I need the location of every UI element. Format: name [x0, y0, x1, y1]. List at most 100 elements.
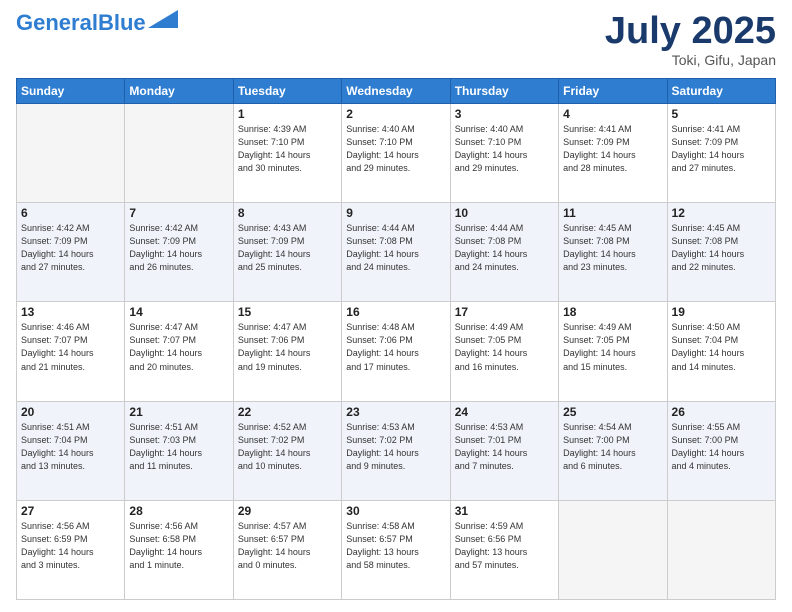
- day-number: 13: [21, 305, 120, 319]
- col-sunday: Sunday: [17, 79, 125, 104]
- table-row: 19 Sunrise: 4:50 AMSunset: 7:04 PMDayligh…: [667, 302, 775, 401]
- table-row: 16 Sunrise: 4:48 AMSunset: 7:06 PMDayligh…: [342, 302, 450, 401]
- day-number: 9: [346, 206, 445, 220]
- table-row: 18 Sunrise: 4:49 AMSunset: 7:05 PMDayligh…: [559, 302, 667, 401]
- day-info: Sunrise: 4:49 AMSunset: 7:05 PMDaylight:…: [563, 321, 662, 373]
- day-number: 21: [129, 405, 228, 419]
- day-info: Sunrise: 4:41 AMSunset: 7:09 PMDaylight:…: [672, 123, 771, 175]
- day-info: Sunrise: 4:51 AMSunset: 7:03 PMDaylight:…: [129, 421, 228, 473]
- calendar-week-row: 13 Sunrise: 4:46 AMSunset: 7:07 PMDayligh…: [17, 302, 776, 401]
- day-info: Sunrise: 4:42 AMSunset: 7:09 PMDaylight:…: [129, 222, 228, 274]
- day-number: 1: [238, 107, 337, 121]
- day-info: Sunrise: 4:50 AMSunset: 7:04 PMDaylight:…: [672, 321, 771, 373]
- table-row: 22Sunrise: 4:52 AMSunset: 7:02 PMDayligh…: [233, 401, 341, 500]
- calendar-table: Sunday Monday Tuesday Wednesday Thursday…: [16, 78, 776, 600]
- day-info: Sunrise: 4:54 AMSunset: 7:00 PMDaylight:…: [563, 421, 662, 473]
- calendar-week-row: 6 Sunrise: 4:42 AMSunset: 7:09 PMDaylight…: [17, 203, 776, 302]
- table-row: 12Sunrise: 4:45 AMSunset: 7:08 PMDayligh…: [667, 203, 775, 302]
- table-row: 13 Sunrise: 4:46 AMSunset: 7:07 PMDayligh…: [17, 302, 125, 401]
- day-number: 8: [238, 206, 337, 220]
- day-number: 5: [672, 107, 771, 121]
- col-saturday: Saturday: [667, 79, 775, 104]
- calendar-week-row: 27Sunrise: 4:56 AMSunset: 6:59 PMDayligh…: [17, 500, 776, 599]
- logo: GeneralBlue: [16, 12, 178, 34]
- day-info: Sunrise: 4:51 AMSunset: 7:04 PMDaylight:…: [21, 421, 120, 473]
- day-info: Sunrise: 4:44 AMSunset: 7:08 PMDaylight:…: [346, 222, 445, 274]
- col-thursday: Thursday: [450, 79, 558, 104]
- table-row: 4 Sunrise: 4:41 AMSunset: 7:09 PMDaylight…: [559, 104, 667, 203]
- day-number: 3: [455, 107, 554, 121]
- table-row: 30Sunrise: 4:58 AMSunset: 6:57 PMDayligh…: [342, 500, 450, 599]
- table-row: [667, 500, 775, 599]
- day-info: Sunrise: 4:40 AMSunset: 7:10 PMDaylight:…: [346, 123, 445, 175]
- day-info: Sunrise: 4:52 AMSunset: 7:02 PMDaylight:…: [238, 421, 337, 473]
- day-info: Sunrise: 4:47 AMSunset: 7:07 PMDaylight:…: [129, 321, 228, 373]
- col-friday: Friday: [559, 79, 667, 104]
- table-row: 3 Sunrise: 4:40 AMSunset: 7:10 PMDaylight…: [450, 104, 558, 203]
- table-row: 24 Sunrise: 4:53 AMSunset: 7:01 PMDayligh…: [450, 401, 558, 500]
- table-row: 28Sunrise: 4:56 AMSunset: 6:58 PMDayligh…: [125, 500, 233, 599]
- page: GeneralBlue July 2025 Toki, Gifu, Japan …: [0, 0, 792, 612]
- day-number: 14: [129, 305, 228, 319]
- day-number: 28: [129, 504, 228, 518]
- table-row: 7 Sunrise: 4:42 AMSunset: 7:09 PMDaylight…: [125, 203, 233, 302]
- day-number: 18: [563, 305, 662, 319]
- day-info: Sunrise: 4:53 AMSunset: 7:02 PMDaylight:…: [346, 421, 445, 473]
- table-row: 1 Sunrise: 4:39 AMSunset: 7:10 PMDaylight…: [233, 104, 341, 203]
- table-row: 17 Sunrise: 4:49 AMSunset: 7:05 PMDayligh…: [450, 302, 558, 401]
- day-info: Sunrise: 4:44 AMSunset: 7:08 PMDaylight:…: [455, 222, 554, 274]
- day-info: Sunrise: 4:49 AMSunset: 7:05 PMDaylight:…: [455, 321, 554, 373]
- day-info: Sunrise: 4:46 AMSunset: 7:07 PMDaylight:…: [21, 321, 120, 373]
- day-number: 17: [455, 305, 554, 319]
- day-number: 6: [21, 206, 120, 220]
- table-row: 10 Sunrise: 4:44 AMSunset: 7:08 PMDayligh…: [450, 203, 558, 302]
- day-number: 4: [563, 107, 662, 121]
- table-row: 31 Sunrise: 4:59 AMSunset: 6:56 PMDayligh…: [450, 500, 558, 599]
- table-row: [17, 104, 125, 203]
- day-number: 20: [21, 405, 120, 419]
- day-number: 25: [563, 405, 662, 419]
- day-number: 30: [346, 504, 445, 518]
- day-info: Sunrise: 4:47 AMSunset: 7:06 PMDaylight:…: [238, 321, 337, 373]
- day-number: 15: [238, 305, 337, 319]
- col-tuesday: Tuesday: [233, 79, 341, 104]
- day-info: Sunrise: 4:57 AMSunset: 6:57 PMDaylight:…: [238, 520, 337, 572]
- day-number: 29: [238, 504, 337, 518]
- title-month: July 2025: [605, 12, 776, 50]
- header: GeneralBlue July 2025 Toki, Gifu, Japan: [16, 12, 776, 68]
- day-number: 24: [455, 405, 554, 419]
- table-row: 9 Sunrise: 4:44 AMSunset: 7:08 PMDaylight…: [342, 203, 450, 302]
- day-info: Sunrise: 4:53 AMSunset: 7:01 PMDaylight:…: [455, 421, 554, 473]
- table-row: [125, 104, 233, 203]
- day-number: 7: [129, 206, 228, 220]
- col-monday: Monday: [125, 79, 233, 104]
- day-info: Sunrise: 4:59 AMSunset: 6:56 PMDaylight:…: [455, 520, 554, 572]
- day-info: Sunrise: 4:42 AMSunset: 7:09 PMDaylight:…: [21, 222, 120, 274]
- table-row: 5 Sunrise: 4:41 AMSunset: 7:09 PMDaylight…: [667, 104, 775, 203]
- table-row: 15 Sunrise: 4:47 AMSunset: 7:06 PMDayligh…: [233, 302, 341, 401]
- day-info: Sunrise: 4:48 AMSunset: 7:06 PMDaylight:…: [346, 321, 445, 373]
- table-row: 2Sunrise: 4:40 AMSunset: 7:10 PMDaylight…: [342, 104, 450, 203]
- logo-text: GeneralBlue: [16, 12, 146, 34]
- col-wednesday: Wednesday: [342, 79, 450, 104]
- day-number: 31: [455, 504, 554, 518]
- table-row: [559, 500, 667, 599]
- table-row: 26Sunrise: 4:55 AMSunset: 7:00 PMDayligh…: [667, 401, 775, 500]
- table-row: 27Sunrise: 4:56 AMSunset: 6:59 PMDayligh…: [17, 500, 125, 599]
- day-number: 12: [672, 206, 771, 220]
- day-number: 10: [455, 206, 554, 220]
- day-info: Sunrise: 4:39 AMSunset: 7:10 PMDaylight:…: [238, 123, 337, 175]
- day-number: 26: [672, 405, 771, 419]
- calendar-header-row: Sunday Monday Tuesday Wednesday Thursday…: [17, 79, 776, 104]
- day-info: Sunrise: 4:40 AMSunset: 7:10 PMDaylight:…: [455, 123, 554, 175]
- day-number: 19: [672, 305, 771, 319]
- title-location: Toki, Gifu, Japan: [605, 52, 776, 68]
- day-info: Sunrise: 4:43 AMSunset: 7:09 PMDaylight:…: [238, 222, 337, 274]
- table-row: 21 Sunrise: 4:51 AMSunset: 7:03 PMDayligh…: [125, 401, 233, 500]
- table-row: 25 Sunrise: 4:54 AMSunset: 7:00 PMDayligh…: [559, 401, 667, 500]
- day-number: 27: [21, 504, 120, 518]
- day-number: 16: [346, 305, 445, 319]
- table-row: 6 Sunrise: 4:42 AMSunset: 7:09 PMDaylight…: [17, 203, 125, 302]
- day-info: Sunrise: 4:41 AMSunset: 7:09 PMDaylight:…: [563, 123, 662, 175]
- calendar-week-row: 1 Sunrise: 4:39 AMSunset: 7:10 PMDaylight…: [17, 104, 776, 203]
